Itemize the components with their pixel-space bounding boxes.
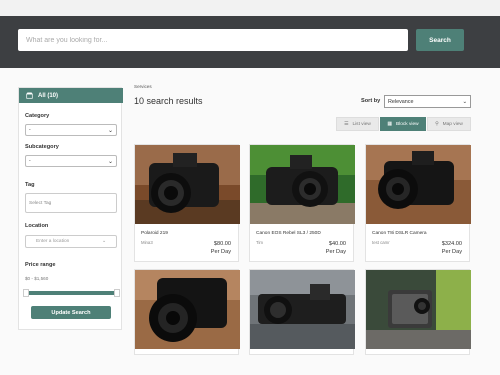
price-unit: Per Day [210, 249, 231, 255]
listing-card[interactable]: Canon T8i DSLR Camera test camr $324.00 … [365, 144, 471, 262]
subcategory-label: Subcategory [25, 144, 59, 150]
chevron-down-icon: ⌄ [462, 98, 467, 105]
listing-photo[interactable] [250, 145, 355, 224]
filter-sidebar: All (10) Category - ⌄ Subcategory - ⌄ Ta… [18, 87, 123, 330]
listing-photo[interactable] [366, 145, 471, 224]
listing-owner: test camr [372, 240, 390, 245]
listing-title[interactable]: Polaroid 219 [141, 231, 168, 236]
listing-card[interactable] [365, 269, 471, 355]
block-view-button[interactable]: ▦ Block view [380, 117, 426, 131]
block-view-label: Block view [395, 121, 419, 127]
search-button[interactable]: Search [416, 29, 464, 51]
chevron-down-icon: ⌄ [101, 239, 106, 244]
sort-select[interactable]: Relevance ⌄ [384, 95, 471, 108]
chevron-down-icon: ⌄ [107, 158, 113, 165]
list-view-label: List view [352, 121, 371, 127]
breadcrumb[interactable]: Services [134, 84, 152, 89]
price-unit: Per Day [325, 249, 346, 255]
tag-select[interactable]: Select Tag [25, 193, 117, 213]
subcategory-value: - [29, 158, 31, 164]
map-view-label: Map view [442, 121, 463, 127]
price-unit: Per Day [441, 249, 462, 255]
all-tab-label: All (10) [38, 92, 59, 99]
search-input[interactable] [18, 29, 408, 51]
listing-photo[interactable] [135, 270, 240, 349]
price-amount: $80.00 [213, 241, 231, 247]
list-icon: ☰ [344, 121, 349, 127]
price-range-value: $0 - $1,560 [25, 276, 49, 281]
subcategory-select[interactable]: - ⌄ [25, 155, 117, 167]
list-view-button[interactable]: ☰ List view [336, 117, 379, 131]
listing-card[interactable]: Polaroid 219 Mina3 $80.00 Per Day [134, 144, 240, 262]
location-placeholder: Enter a location [36, 239, 70, 244]
location-input[interactable]: Enter a location ⌄ [25, 235, 117, 248]
price-amount: $40.00 [328, 241, 346, 247]
price-range-label: Price range [25, 262, 56, 268]
map-pin-icon: ⚲ [435, 121, 439, 127]
listing-photo[interactable] [135, 145, 240, 224]
sort-value: Relevance [388, 98, 414, 105]
listing-price: $80.00 Per Day [211, 240, 231, 256]
listing-photo[interactable] [250, 270, 355, 349]
category-value: - [29, 127, 31, 133]
tag-label: Tag [25, 182, 35, 188]
update-search-button[interactable]: Update Search [31, 306, 111, 319]
listing-price: $40.00 Per Day [326, 240, 346, 256]
listing-owner: Mina3 [141, 240, 153, 245]
listing-card[interactable]: Canon EOS Rebel SL3 / 250D Tim $40.00 Pe… [249, 144, 355, 262]
sort-label: Sort by [361, 98, 381, 104]
listing-photo[interactable] [366, 270, 471, 349]
category-select[interactable]: - ⌄ [25, 124, 117, 136]
price-slider-track[interactable] [28, 291, 115, 295]
category-label: Category [25, 113, 50, 119]
grid-icon: ▦ [387, 121, 392, 127]
listing-card[interactable] [249, 269, 355, 355]
price-slider-max-handle[interactable] [114, 289, 120, 297]
site-header: Search [0, 0, 500, 68]
listing-title[interactable]: Canon EOS Rebel SL3 / 250D [256, 231, 321, 236]
price-slider-min-handle[interactable] [23, 289, 29, 297]
results-title: 10 search results [134, 96, 203, 106]
listing-card[interactable] [134, 269, 240, 355]
store-icon [26, 92, 33, 99]
listing-title[interactable]: Canon T8i DSLR Camera [372, 231, 427, 236]
top-strip [0, 0, 500, 16]
map-view-button[interactable]: ⚲ Map view [427, 117, 471, 131]
chevron-down-icon: ⌄ [107, 127, 113, 134]
listing-owner: Tim [256, 240, 263, 245]
listing-price: $324.00 Per Day [442, 240, 462, 256]
location-label: Location [25, 223, 49, 229]
all-listings-tab[interactable]: All (10) [19, 88, 123, 103]
price-amount: $324.00 [441, 241, 462, 247]
